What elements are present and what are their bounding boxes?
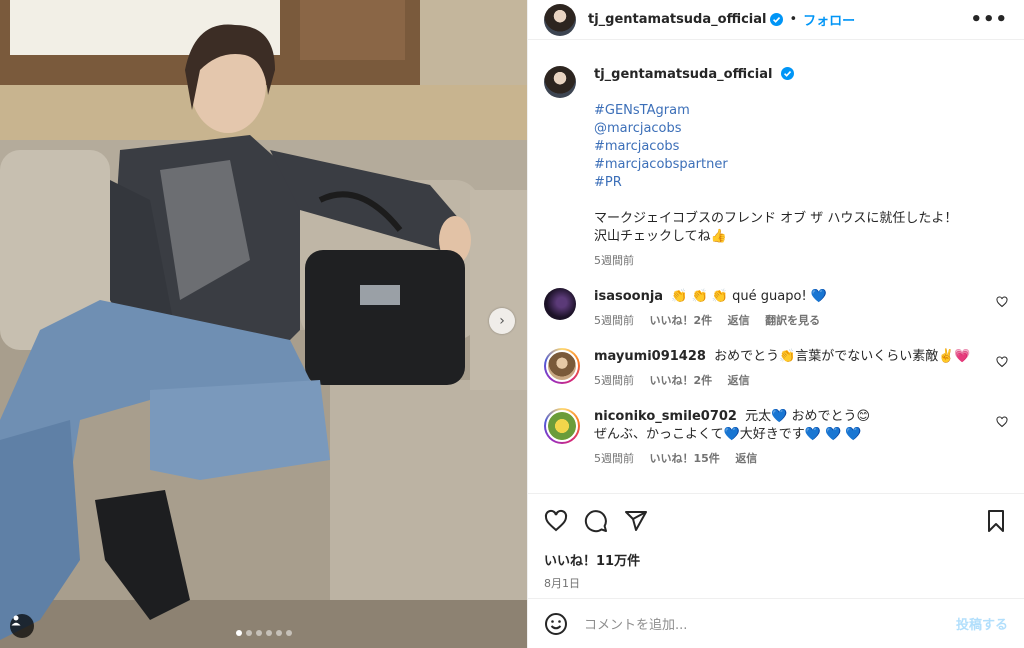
hashtag-link[interactable]: #marcjacobs bbox=[594, 138, 994, 156]
post-header: tj_gentamatsuda_official • フォロー ••• bbox=[528, 0, 1024, 40]
mention-link[interactable]: @marcjacobs bbox=[594, 120, 994, 138]
commenter-avatar[interactable] bbox=[546, 350, 578, 382]
caption-username[interactable]: tj_gentamatsuda_official bbox=[594, 67, 772, 82]
story-ring[interactable] bbox=[544, 348, 580, 384]
comment-likes[interactable]: いいね！2件 bbox=[650, 374, 713, 387]
hashtag-link[interactable]: #PR bbox=[594, 174, 994, 192]
reply-button[interactable]: 返信 bbox=[728, 374, 750, 387]
post-actions: いいね！11万件 8月1日 bbox=[528, 493, 1024, 591]
caption-text-line: 沢山チェックしてね👍 bbox=[594, 229, 727, 244]
post-comment-button[interactable]: 投稿する bbox=[956, 614, 1008, 633]
commenter-username[interactable]: mayumi091428 bbox=[594, 349, 706, 364]
verified-badge-icon bbox=[780, 67, 794, 80]
caption-body: tj_gentamatsuda_official #GENsTAgram @ma… bbox=[594, 66, 994, 270]
like-comment-heart-icon[interactable] bbox=[996, 416, 1008, 428]
comment-likes[interactable]: いいね！15件 bbox=[650, 452, 720, 465]
comment-likes[interactable]: いいね！2件 bbox=[650, 314, 713, 327]
hashtag-link[interactable]: #marcjacobspartner bbox=[594, 156, 994, 174]
comment-time[interactable]: 5週間前 bbox=[594, 452, 634, 465]
comment-text: 元太💙 おめでとう😊 bbox=[745, 409, 870, 424]
carousel-dot-active bbox=[235, 630, 242, 636]
comment-item: isasoonja 👏 👏 👏 qué guapo! 💙 5週間前 いいね！2件… bbox=[544, 288, 1008, 330]
caption: tj_gentamatsuda_official #GENsTAgram @ma… bbox=[544, 52, 1008, 270]
like-comment-heart-icon[interactable] bbox=[996, 296, 1008, 308]
caption-text-line: マークジェイコブスのフレンド オブ ザ ハウスに就任したよ！ bbox=[594, 211, 958, 226]
post-date[interactable]: 8月1日 bbox=[544, 575, 1008, 591]
instagram-post-view: › tj_gentamatsuda_official • フォロー ••• tj… bbox=[0, 0, 1024, 648]
user-icon bbox=[11, 615, 21, 626]
comment-item: mayumi091428 おめでとう👏言葉がでないくらい素敵✌️💗 5週間前 い… bbox=[544, 348, 1008, 390]
add-comment-bar: コメントを追加... 投稿する bbox=[528, 598, 1024, 648]
post-photo[interactable]: › bbox=[0, 0, 527, 648]
caption-author-avatar[interactable] bbox=[544, 66, 576, 98]
carousel-dot bbox=[265, 630, 272, 636]
like-heart-icon[interactable] bbox=[544, 509, 568, 533]
next-image-button[interactable]: › bbox=[489, 308, 515, 334]
post-side-panel: tj_gentamatsuda_official • フォロー ••• tj_g… bbox=[527, 0, 1024, 648]
commenter-username[interactable]: isasoonja bbox=[594, 289, 663, 304]
comment-icon[interactable] bbox=[584, 509, 608, 533]
comment-text: おめでとう👏言葉がでないくらい素敵✌️💗 bbox=[714, 349, 971, 364]
commenter-avatar[interactable] bbox=[546, 410, 578, 442]
like-count[interactable]: いいね！11万件 bbox=[544, 550, 1008, 569]
more-options-button[interactable]: ••• bbox=[970, 9, 1008, 30]
emoji-icon[interactable] bbox=[544, 612, 568, 636]
author-username[interactable]: tj_gentamatsuda_official bbox=[588, 12, 766, 27]
carousel-dot bbox=[255, 630, 262, 636]
reply-button[interactable]: 返信 bbox=[735, 452, 757, 465]
translate-button[interactable]: 翻訳を見る bbox=[765, 314, 820, 327]
comments-list[interactable]: tj_gentamatsuda_official #GENsTAgram @ma… bbox=[528, 52, 1024, 493]
caption-time[interactable]: 5週間前 bbox=[594, 254, 634, 267]
carousel-indicator bbox=[0, 630, 527, 636]
carousel-dot bbox=[275, 630, 282, 636]
comment-input[interactable]: コメントを追加... bbox=[584, 614, 687, 633]
comment-text: 👏 👏 👏 qué guapo! 💙 bbox=[671, 289, 827, 304]
commenter-avatar[interactable] bbox=[544, 288, 576, 320]
hashtag-link[interactable]: #GENsTAgram bbox=[594, 102, 994, 120]
comment-time[interactable]: 5週間前 bbox=[594, 314, 634, 327]
story-ring[interactable] bbox=[544, 408, 580, 444]
photo-illustration bbox=[0, 0, 527, 648]
header-separator: • bbox=[789, 12, 798, 27]
commenter-username[interactable]: niconiko_smile0702 bbox=[594, 409, 737, 424]
author-avatar[interactable] bbox=[544, 3, 576, 36]
comment-item: niconiko_smile0702 元太💙 おめでとう😊 ぜんぶ、かっこよくて… bbox=[544, 408, 1008, 468]
carousel-dot bbox=[285, 630, 292, 636]
comment-time[interactable]: 5週間前 bbox=[594, 374, 634, 387]
verified-badge-icon bbox=[770, 13, 784, 26]
reply-button[interactable]: 返信 bbox=[728, 314, 750, 327]
like-comment-heart-icon[interactable] bbox=[996, 356, 1008, 368]
save-bookmark-icon[interactable] bbox=[984, 509, 1008, 533]
comment-text: ぜんぶ、かっこよくて💙大好きです💙 💙 💙 bbox=[594, 427, 862, 442]
carousel-dot bbox=[245, 630, 252, 636]
follow-button[interactable]: フォロー bbox=[803, 10, 855, 29]
share-icon[interactable] bbox=[624, 509, 648, 533]
